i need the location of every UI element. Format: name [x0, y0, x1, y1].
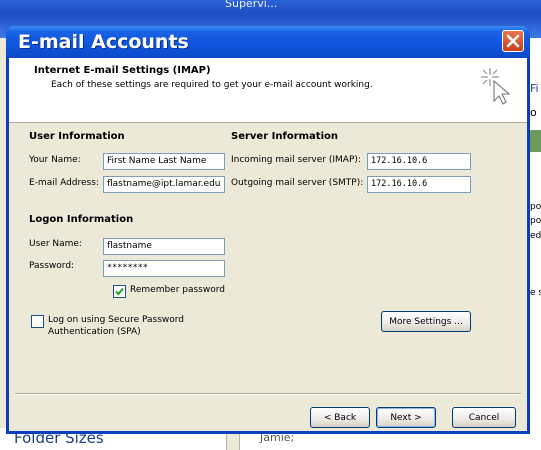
spa-checkbox[interactable] [31, 315, 44, 328]
user-name-field[interactable]: flastname [103, 238, 225, 255]
outgoing-server-field[interactable]: 172.16.10.6 [367, 176, 471, 193]
close-icon [506, 34, 520, 48]
dialog-titlebar[interactable]: E-mail Accounts [6, 26, 530, 58]
email-accounts-dialog: E-mail Accounts Internet E-mail Settings… [6, 26, 530, 434]
email-address-field[interactable]: flastname@ipt.lamar.edu [103, 176, 225, 193]
spa-label-line2[interactable]: Authentication (SPA) [48, 327, 141, 337]
background-right-line-2: po [530, 216, 541, 226]
background-right-band [530, 130, 541, 152]
background-right-tab: Fi [530, 82, 539, 95]
email-address-label: E-mail Address: [29, 178, 99, 188]
checkmark-icon [115, 287, 124, 296]
cancel-button[interactable]: Cancel [452, 407, 516, 428]
logon-information-heading: Logon Information [29, 214, 134, 225]
incoming-server-field[interactable]: 172.16.10.6 [367, 153, 471, 170]
password-field[interactable]: ******** [103, 260, 225, 277]
back-button[interactable]: < Back [310, 407, 370, 428]
password-label: Password: [29, 261, 75, 271]
dialog-header-panel: Internet E-mail Settings (IMAP) Each of … [9, 58, 527, 123]
background-right-line-3: ed [530, 231, 541, 241]
background-window-title: Supervi... [225, 0, 278, 10]
background-right-pane [530, 38, 541, 450]
incoming-server-label: Incoming mail server (IMAP): [231, 155, 361, 165]
background-right-line-1: po [530, 202, 541, 212]
next-button[interactable]: Next > [376, 407, 436, 428]
your-name-field[interactable]: First Name Last Name [103, 153, 225, 170]
user-information-heading: User Information [29, 131, 125, 142]
wizard-cursor-icon [481, 68, 511, 105]
spa-label-line1[interactable]: Log on using Secure Password [48, 315, 184, 325]
user-name-label: User Name: [29, 239, 82, 249]
more-settings-button[interactable]: More Settings ... [381, 311, 471, 332]
server-information-heading: Server Information [231, 131, 338, 142]
remember-password-checkbox[interactable] [113, 285, 126, 298]
header-subtitle: Each of these settings are required to g… [51, 80, 373, 90]
background-right-tab2: o [530, 106, 537, 119]
header-title: Internet E-mail Settings (IMAP) [34, 65, 211, 76]
your-name-label: Your Name: [29, 155, 81, 165]
background-right-line-4: e s [530, 288, 541, 298]
remember-password-label[interactable]: Remember password [130, 285, 225, 295]
background-window-titlebar: Supervi... [0, 0, 541, 14]
dialog-title: E-mail Accounts [18, 31, 189, 53]
outgoing-server-label: Outgoing mail server (SMTP): [231, 178, 364, 188]
bottom-separator [15, 393, 521, 395]
close-button[interactable] [502, 30, 524, 52]
